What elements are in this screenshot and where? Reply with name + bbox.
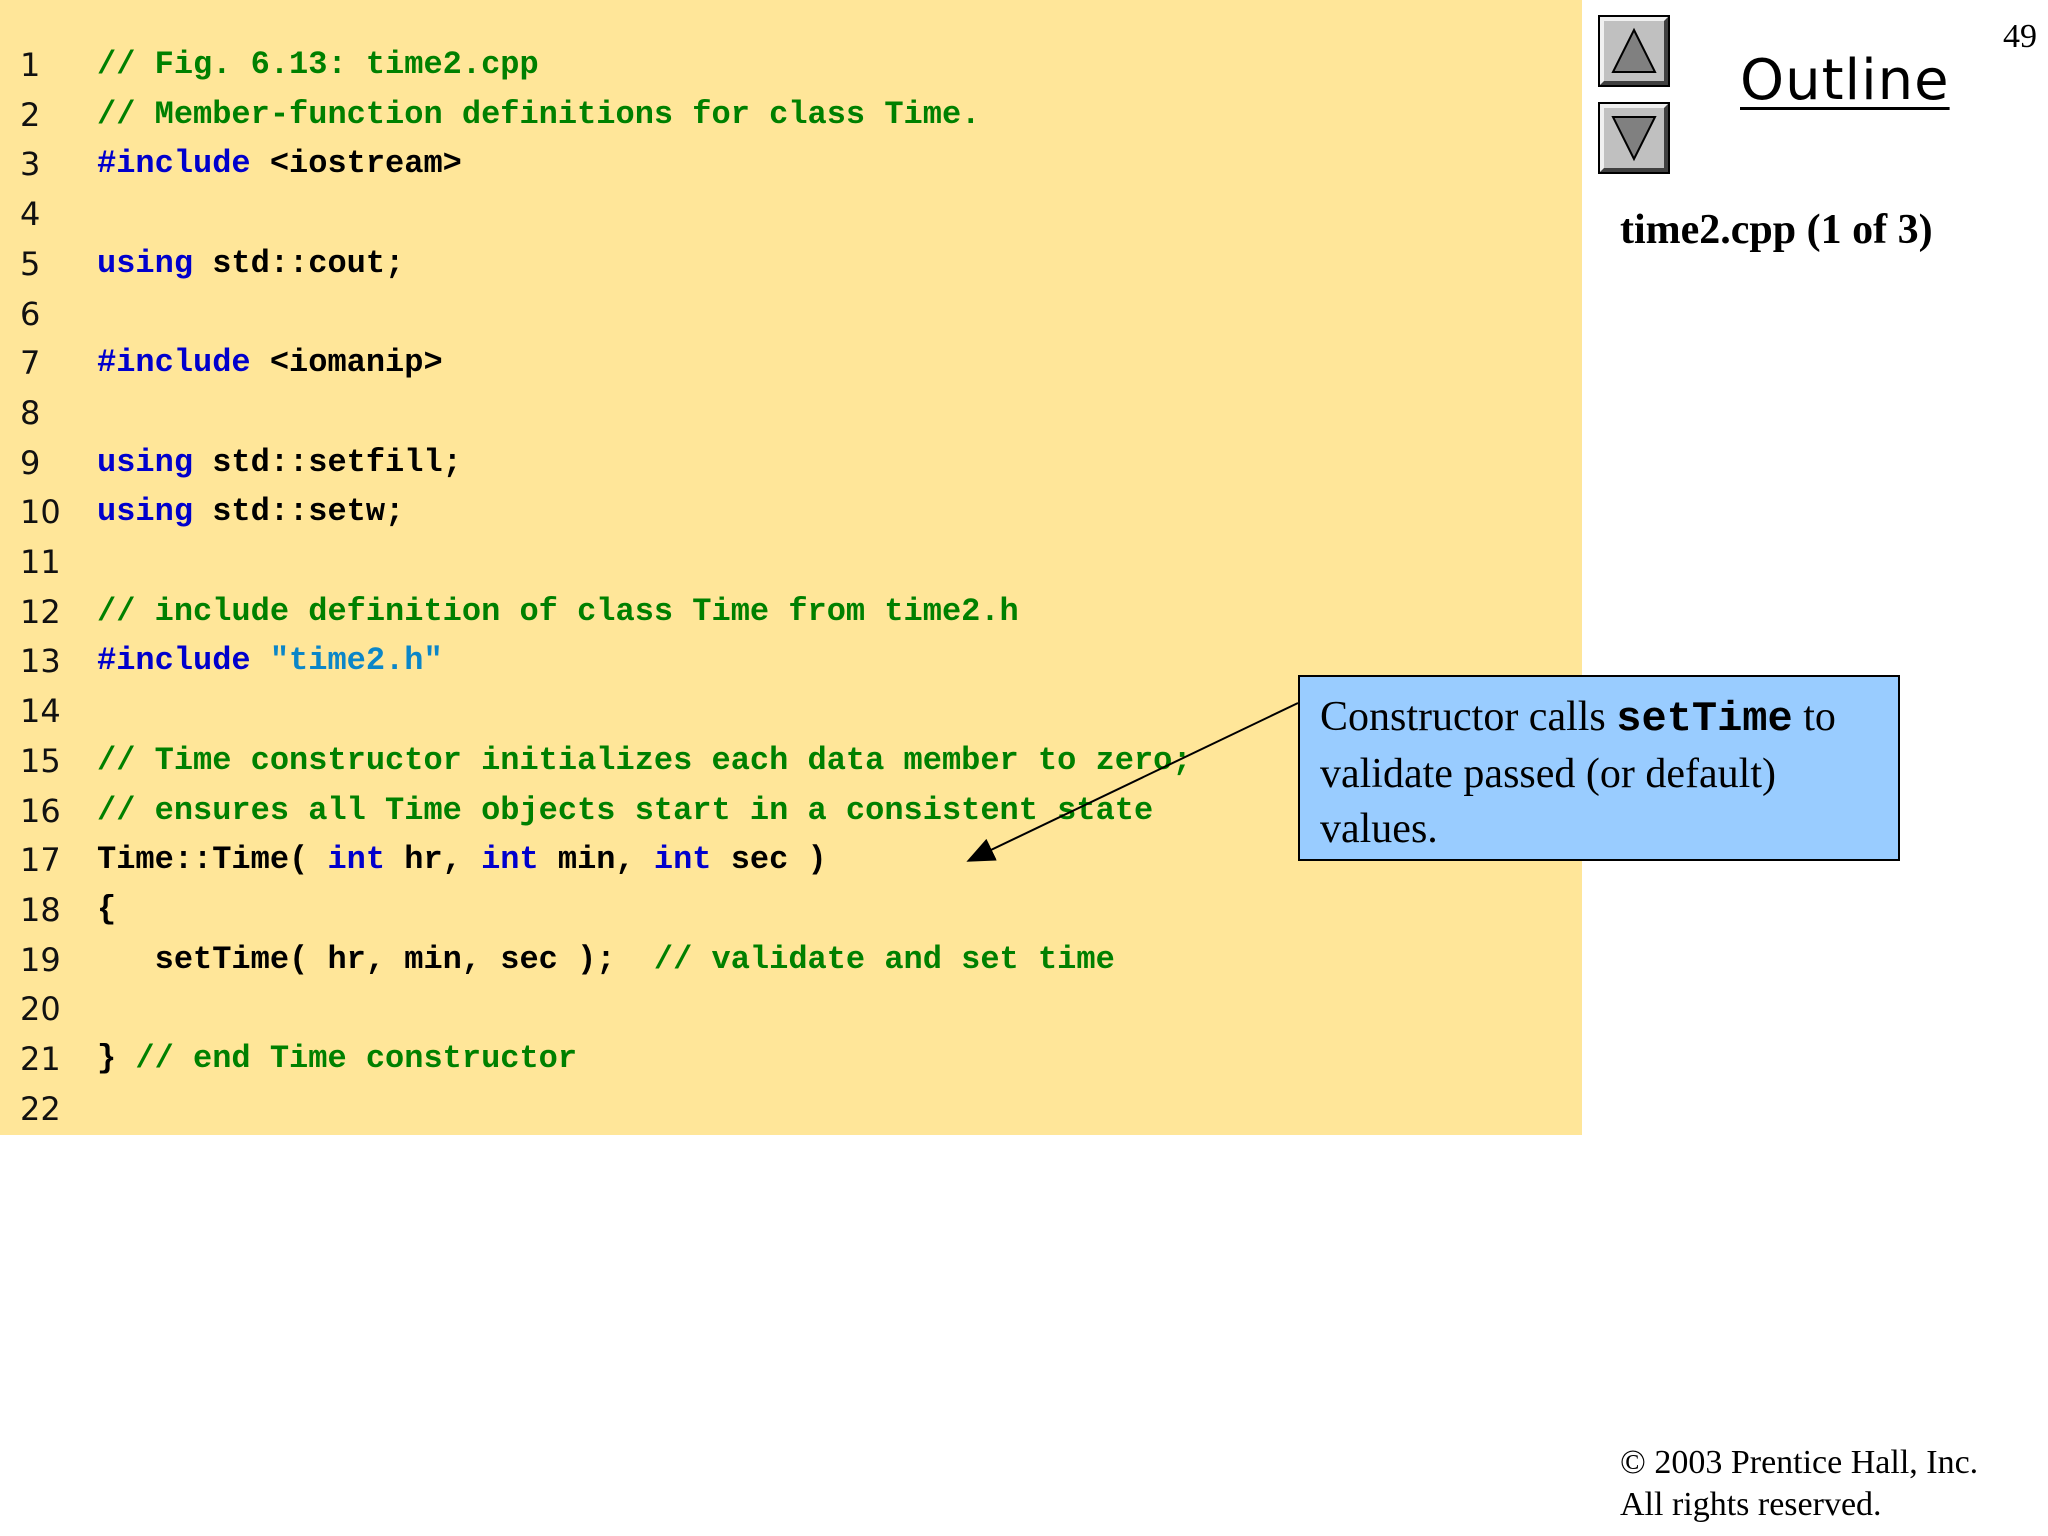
code-line: 6 (0, 289, 1582, 339)
up-triangle-icon (1611, 27, 1657, 73)
code-line: 4 (0, 189, 1582, 239)
down-triangle-icon (1611, 116, 1657, 162)
line-code: // ensures all Time objects start in a c… (97, 786, 1153, 836)
code-token-string: "time2.h" (269, 642, 443, 680)
line-number: 2 (20, 95, 41, 134)
code-token-plain: <iostream> (250, 145, 462, 183)
line-code: // Time constructor initializes each dat… (97, 736, 1192, 786)
line-code: #include <iomanip> (97, 338, 443, 388)
line-code: #include <iostream> (97, 139, 462, 189)
code-token-plain: setTime( hr, min, sec ); (97, 940, 654, 978)
line-code: setTime( hr, min, sec ); // validate and… (97, 935, 1115, 985)
code-token-comment: // Time constructor initializes each dat… (97, 741, 1192, 779)
callout-text-before: Constructor calls (1320, 694, 1617, 740)
code-token-comment: // Fig. 6.13: time2.cpp (97, 46, 539, 83)
code-token-plain: <iomanip> (250, 344, 443, 382)
scroll-down-button[interactable] (1598, 102, 1670, 174)
code-token-keyword: int (481, 841, 539, 879)
code-token-comment: // include definition of class Time from… (97, 592, 1019, 630)
file-caption: time2.cpp (1 of 3) (1620, 207, 1933, 253)
line-number: 5 (20, 244, 41, 283)
line-number: 3 (20, 145, 41, 184)
line-code: // Fig. 6.13: time2.cpp (97, 40, 539, 90)
code-token-keyword: int (653, 841, 712, 879)
code-line: 3 #include <iostream> (0, 139, 1582, 189)
code-line: 22 (0, 1084, 1582, 1134)
line-number: 20 (20, 990, 61, 1029)
code-token-plain: { (97, 890, 117, 928)
line-code: #include "time2.h" (97, 636, 443, 686)
line-number: 4 (20, 195, 41, 234)
code-token-plain: } (97, 1040, 136, 1077)
code-token-keyword: using (97, 244, 194, 282)
code-line: 19 setTime( hr, min, sec ); // validate … (0, 935, 1582, 985)
code-line: 7 #include <iomanip> (0, 338, 1582, 388)
line-number: 9 (20, 443, 41, 482)
code-line: 21} // end Time constructor (0, 1034, 1582, 1084)
code-line: 1 // Fig. 6.13: time2.cpp (0, 40, 1582, 90)
line-number: 22 (20, 1089, 61, 1128)
code-panel: 1 // Fig. 6.13: time2.cpp 2 // Member-funct… (0, 0, 1582, 1135)
code-line: 9 using std::setfill; (0, 438, 1582, 488)
code-line: 11 (0, 537, 1582, 587)
line-code: using std::setw; (97, 487, 404, 537)
line-number: 21 (20, 1040, 61, 1078)
code-line: 18 { (0, 885, 1582, 935)
line-number: 8 (20, 393, 41, 432)
code-token-comment: // Member-function definitions for class… (97, 95, 981, 133)
line-number: 1 (20, 46, 41, 84)
code-token-plain: hr, (385, 841, 482, 879)
line-number: 19 (20, 940, 61, 979)
code-line: 8 (0, 388, 1582, 438)
line-code: using std::setfill; (97, 438, 462, 488)
line-code: // Member-function definitions for class… (97, 90, 980, 140)
copyright-line-1: © 2003 Prentice Hall, Inc. (1620, 1444, 1979, 1481)
line-number: 7 (20, 344, 41, 383)
line-code: using std::cout; (97, 239, 404, 289)
line-number: 11 (20, 543, 61, 581)
code-token-comment: // validate and set time (653, 940, 1115, 978)
line-code: } // end Time constructor (97, 1034, 577, 1084)
code-line: 20 (0, 984, 1582, 1034)
line-number: 16 (20, 791, 61, 830)
line-code: // include definition of class Time from… (97, 587, 1019, 637)
code-token-plain: std::setw; (193, 493, 405, 531)
line-number: 6 (20, 294, 41, 333)
code-token-comment: // end Time constructor (135, 1040, 578, 1077)
line-number: 14 (20, 692, 61, 731)
page-number: 49 (2003, 18, 2037, 55)
code-line: 5 using std::cout; (0, 239, 1582, 289)
code-line: 10 using std::setw; (0, 487, 1582, 537)
line-number: 17 (20, 841, 61, 880)
code-token-keyword: #include (97, 344, 251, 382)
code-token-plain: sec ) (711, 841, 827, 879)
code-token-keyword: using (97, 443, 194, 481)
code-token-keyword: #include (97, 642, 251, 680)
line-number: 18 (20, 890, 61, 929)
code-line: 2 // Member-function definitions for clas… (0, 90, 1582, 140)
scroll-up-button[interactable] (1598, 15, 1670, 87)
line-number: 15 (20, 741, 61, 780)
code-token-keyword: #include (97, 145, 251, 183)
code-token-keyword: using (97, 493, 194, 531)
code-token-keyword: int (327, 841, 386, 879)
line-code: Time::Time( int hr, int min, int sec ) (97, 835, 827, 885)
line-number: 10 (20, 493, 61, 532)
copyright-line-2: All rights reserved. (1620, 1486, 1882, 1523)
outline-link[interactable]: Outline (1740, 48, 1950, 113)
callout-box: Constructor calls setTime to validate pa… (1298, 675, 1900, 861)
code-token-plain: Time::Time( (97, 841, 328, 879)
line-code: { (97, 885, 116, 935)
line-number: 12 (20, 592, 61, 631)
callout-code-term: setTime (1616, 695, 1793, 743)
copyright: © 2003 Prentice Hall, Inc. All rights re… (1620, 1442, 1978, 1526)
code-line: 12 // include definition of class Time fr… (0, 587, 1582, 637)
code-token-plain: min, (538, 841, 654, 879)
code-token-plain: std::setfill; (193, 443, 462, 481)
code-token-comment: // ensures all Time objects start in a c… (97, 791, 1154, 829)
code-token-plain: std::cout; (193, 244, 405, 282)
line-number: 13 (20, 642, 61, 681)
